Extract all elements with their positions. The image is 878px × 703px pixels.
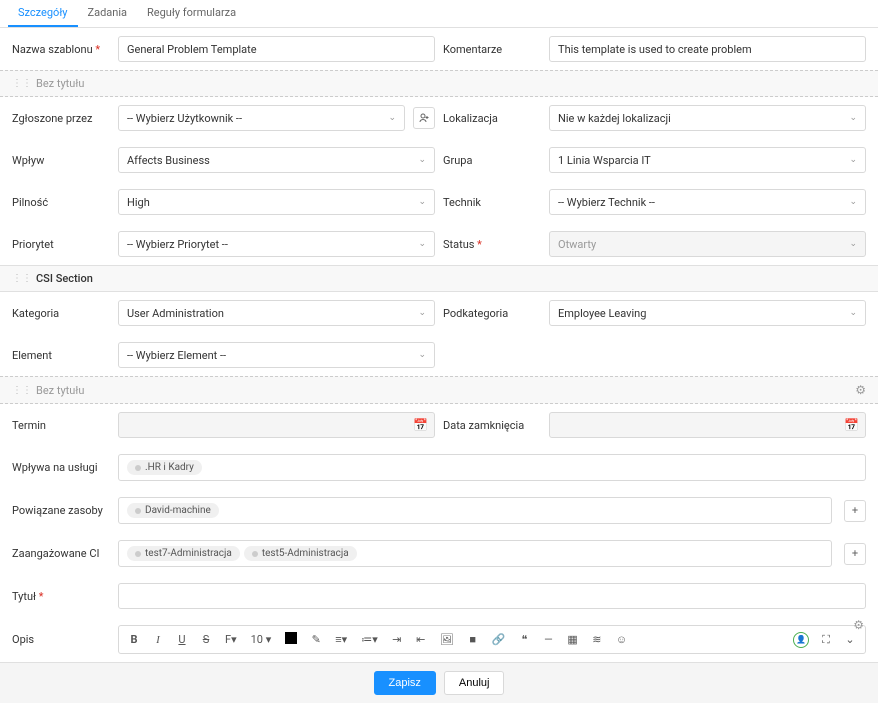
highlight-button[interactable]: ✎ (309, 631, 323, 648)
strike-button[interactable]: S (199, 631, 213, 648)
label-template-name: Nazwa szablonu (12, 43, 110, 56)
underline-button[interactable]: U (175, 631, 189, 648)
group-select[interactable]: 1 Linia Wsparcia IT⌄ (549, 147, 866, 173)
label-location: Lokalizacja (443, 112, 541, 125)
element-select[interactable]: -- Wybierz Element --⌄ (118, 342, 435, 368)
table-button[interactable]: ▦ (565, 631, 579, 648)
hr-button[interactable]: ― (541, 631, 555, 648)
chevron-down-icon: ⌄ (418, 308, 426, 318)
linked-assets-input[interactable]: David-machine (118, 497, 832, 524)
align-button[interactable]: ≡▾ (333, 631, 349, 648)
chevron-down-icon: ⌄ (388, 113, 396, 123)
technician-select[interactable]: -- Wybierz Technik --⌄ (549, 189, 866, 215)
section-csi: ⋮⋮ CSI Section (0, 265, 878, 292)
special-button[interactable]: ≋ (590, 631, 604, 648)
status-select[interactable]: Otwarty⌄ (549, 231, 866, 257)
user-icon[interactable]: 👤 (793, 632, 809, 648)
tab-tasks[interactable]: Zadania (78, 0, 138, 27)
fullscreen-button[interactable]: ⛶ (819, 631, 833, 649)
label-affects-services: Wpływa na usługi (12, 461, 110, 474)
label-impact: Wpływ (12, 154, 110, 167)
label-term: Termin (12, 419, 110, 432)
label-group: Grupa (443, 154, 541, 167)
label-category: Kategoria (12, 307, 110, 320)
section-untitled-1: ⋮⋮ Bez tytułu (0, 70, 878, 97)
involved-ci-input[interactable]: test7-Administracja test5-Administracja (118, 540, 832, 567)
gear-icon[interactable]: ⚙ (855, 383, 866, 397)
asset-tag[interactable]: David-machine (127, 503, 219, 518)
section-untitled-2: ⋮⋮ Bez tytułu ⚙ (0, 376, 878, 404)
chevron-down-icon: ⌄ (418, 239, 426, 249)
save-button[interactable]: Zapisz (374, 671, 436, 695)
rich-text-toolbar: B I U S F▾ 10 ▾ ✎ ≡▾ ≔▾ ⇥ ⇤ 🖼 ■ 🔗 ❝ ― ▦ … (118, 625, 866, 654)
list-button[interactable]: ≔▾ (359, 631, 380, 648)
chevron-down-icon: ⌄ (418, 155, 426, 165)
impact-select[interactable]: Affects Business⌄ (118, 147, 435, 173)
grip-icon: ⋮⋮ (12, 273, 32, 284)
label-involved-ci: Zaangażowane CI (12, 547, 110, 560)
affects-services-input[interactable]: .HR i Kadry (118, 454, 866, 481)
image-button[interactable]: 🖼 (438, 631, 456, 648)
label-urgency: Pilność (12, 196, 110, 209)
label-linked-assets: Powiązane zasoby (12, 504, 110, 517)
grip-icon: ⋮⋮ (12, 78, 32, 89)
label-priority: Priorytet (12, 238, 110, 251)
reported-by-select[interactable]: -- Wybierz Użytkownik --⌄ (118, 105, 405, 131)
template-name-input[interactable]: General Problem Template (118, 36, 435, 62)
cancel-button[interactable]: Anuluj (444, 671, 505, 695)
label-comments: Komentarze (443, 43, 541, 56)
label-status: Status (443, 238, 541, 251)
label-element: Element (12, 349, 110, 362)
quote-button[interactable]: ❝ (517, 631, 531, 648)
link-button[interactable]: 🔗 (490, 631, 508, 648)
priority-select[interactable]: -- Wybierz Priorytet --⌄ (118, 231, 435, 257)
tab-details[interactable]: Szczegóły (8, 0, 78, 27)
urgency-select[interactable]: High⌄ (118, 189, 435, 215)
chevron-down-icon: ⌄ (849, 155, 857, 165)
chevron-down-icon: ⌄ (849, 239, 857, 249)
tab-form-rules[interactable]: Reguły formularza (137, 0, 246, 27)
label-title: Tytuł (12, 590, 110, 603)
font-size-button[interactable]: 10 ▾ (249, 631, 274, 648)
comments-input[interactable]: This template is used to create problem (549, 36, 866, 62)
color-button[interactable] (283, 630, 299, 649)
chevron-down-icon: ⌄ (418, 197, 426, 207)
ci-tag[interactable]: test5-Administracja (244, 546, 357, 561)
service-tag[interactable]: .HR i Kadry (127, 460, 202, 475)
chevron-down-icon: ⌄ (849, 308, 857, 318)
calendar-icon: 📅 (413, 418, 428, 432)
emoji-button[interactable]: ☺ (614, 631, 629, 648)
category-select[interactable]: User Administration⌄ (118, 300, 435, 326)
label-reported-by: Zgłoszone przez (12, 112, 110, 125)
label-close-date: Data zamknięcia (443, 419, 541, 432)
add-ci-button[interactable]: + (844, 543, 866, 565)
font-button[interactable]: F▾ (223, 631, 239, 648)
italic-button[interactable]: I (151, 632, 165, 648)
location-select[interactable]: Nie w każdej lokalizacji⌄ (549, 105, 866, 131)
add-asset-button[interactable]: + (844, 500, 866, 522)
collapse-button[interactable]: ⌄ (843, 631, 857, 648)
chevron-down-icon: ⌄ (849, 197, 857, 207)
label-technician: Technik (443, 196, 541, 209)
video-button[interactable]: ■ (466, 631, 480, 648)
gear-icon[interactable]: ⚙ (853, 618, 864, 632)
calendar-icon: 📅 (844, 418, 859, 432)
add-user-button[interactable] (413, 107, 435, 129)
ci-tag[interactable]: test7-Administracja (127, 546, 240, 561)
bold-button[interactable]: B (127, 631, 141, 648)
close-date-input[interactable]: 📅 (549, 412, 866, 438)
term-date-input[interactable]: 📅 (118, 412, 435, 438)
chevron-down-icon: ⌄ (418, 350, 426, 360)
title-input[interactable] (118, 583, 866, 609)
chevron-down-icon: ⌄ (849, 113, 857, 123)
grip-icon: ⋮⋮ (12, 385, 32, 396)
outdent-button[interactable]: ⇤ (414, 631, 428, 648)
indent-button[interactable]: ⇥ (390, 631, 404, 648)
subcategory-select[interactable]: Employee Leaving⌄ (549, 300, 866, 326)
label-subcategory: Podkategoria (443, 307, 541, 320)
label-description: Opis (12, 633, 110, 646)
